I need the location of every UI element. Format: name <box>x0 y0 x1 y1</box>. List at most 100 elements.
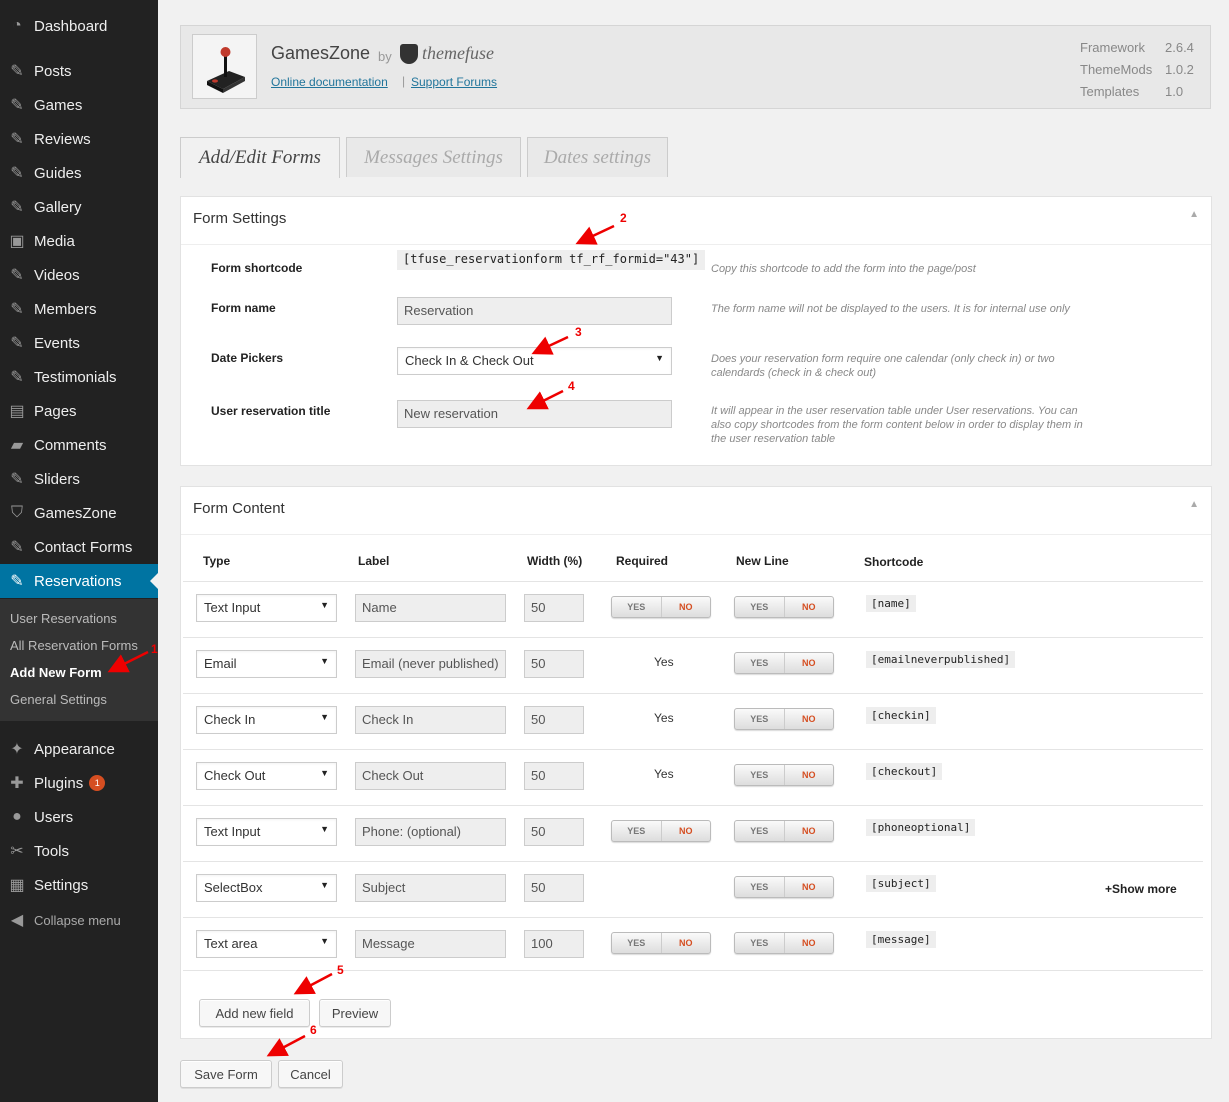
form-name-label: Form name <box>211 301 276 315</box>
field-type-select[interactable]: Text Input ▼ <box>196 594 337 622</box>
admin-sidebar: ◔ Dashboard ✎ Posts ✎ Games ✎ Reviews ✎ Guides ✎ Ga… <box>0 0 158 1102</box>
chevron-down-icon: ▼ <box>320 824 329 834</box>
table-row: Text Input ▼ Phone: (optional) 50 YES NO YES NO… <box>183 805 1203 861</box>
sidebar-item-posts[interactable]: ✎ Posts <box>0 54 158 88</box>
toggle-no: NO <box>802 882 816 892</box>
new-line-toggle[interactable]: YES NO <box>734 652 834 674</box>
annotation-number: 6 <box>310 1023 317 1037</box>
field-type-select[interactable]: Check Out ▼ <box>196 762 337 790</box>
collapse-menu-button[interactable]: ◀ Collapse menu <box>0 903 158 937</box>
form-name-input[interactable]: Reservation <box>397 297 672 325</box>
required-fixed-value: Yes <box>654 711 674 725</box>
table-row: Text Input ▼ Name 50 YES NO YES NO [name] <box>183 581 1203 637</box>
form-shortcode-help: Copy this shortcode to add the form into… <box>711 263 976 275</box>
annotation-number: 2 <box>620 211 627 225</box>
field-label-input[interactable]: Check Out <box>355 762 506 790</box>
cancel-button[interactable]: Cancel <box>278 1060 343 1088</box>
submenu-add-new-form[interactable]: Add New Form <box>10 665 102 680</box>
submenu-user-reservations[interactable]: User Reservations <box>10 611 117 626</box>
sidebar-item-reviews[interactable]: ✎ Reviews <box>0 122 158 156</box>
sidebar-item-plugins[interactable]: ✚ Plugins 1 <box>0 766 158 800</box>
field-type-select[interactable]: Email ▼ <box>196 650 337 678</box>
sidebar-item-videos[interactable]: ✎ Videos <box>0 258 158 292</box>
required-fixed-value: Yes <box>654 767 674 781</box>
reservation-title-label: User reservation title <box>211 404 331 418</box>
new-line-toggle[interactable]: YES NO <box>734 820 834 842</box>
sidebar-item-settings[interactable]: ▦ Settings <box>0 868 158 902</box>
field-width-input[interactable]: 100 <box>524 930 584 958</box>
form-name-help: The form name will not be displayed to t… <box>711 303 1070 315</box>
collapse-arrow-icon[interactable]: ▲ <box>1189 499 1199 510</box>
field-shortcode: [message] <box>866 931 936 948</box>
sidebar-item-reservations[interactable]: ✎ Reservations <box>0 564 158 598</box>
sidebar-item-media[interactable]: ▣ Media <box>0 224 158 258</box>
sidebar-item-gallery[interactable]: ✎ Gallery <box>0 190 158 224</box>
field-width-input[interactable]: 50 <box>524 874 584 902</box>
online-documentation-link[interactable]: Online documentation <box>271 75 388 89</box>
sidebar-item-users[interactable]: ● Users <box>0 800 158 834</box>
field-width-input[interactable]: 50 <box>524 594 584 622</box>
sidebar-item-testimonials[interactable]: ✎ Testimonials <box>0 360 158 394</box>
sidebar-item-sliders[interactable]: ✎ Sliders <box>0 462 158 496</box>
theme-info-header: GamesZone by themefuse Online documentat… <box>180 25 1211 109</box>
field-label-input[interactable]: Message <box>355 930 506 958</box>
form-shortcode-label: Form shortcode <box>211 261 303 275</box>
field-type-select[interactable]: SelectBox ▼ <box>196 874 337 902</box>
submenu-all-reservation-forms[interactable]: All Reservation Forms <box>10 638 138 653</box>
save-form-button[interactable]: Save Form <box>180 1060 272 1088</box>
brand-name: themefuse <box>422 43 494 63</box>
themefuse-shield-icon <box>400 43 418 64</box>
tab-dates-settings[interactable]: Dates settings <box>527 137 668 177</box>
new-line-toggle[interactable]: YES NO <box>734 932 834 954</box>
preview-button[interactable]: Preview <box>319 999 391 1027</box>
sidebar-item-contact-forms[interactable]: ✎ Contact Forms <box>0 530 158 564</box>
new-line-toggle[interactable]: YES NO <box>734 596 834 618</box>
new-line-toggle[interactable]: YES NO <box>734 876 834 898</box>
field-label-input[interactable]: Subject <box>355 874 506 902</box>
add-new-field-button[interactable]: Add new field <box>199 999 310 1027</box>
sidebar-item-events[interactable]: ✎ Events <box>0 326 158 360</box>
toggle-no: NO <box>802 714 816 724</box>
sidebar-item-comments[interactable]: ▰ Comments <box>0 428 158 462</box>
sidebar-item-games[interactable]: ✎ Games <box>0 88 158 122</box>
required-toggle[interactable]: YES NO <box>611 596 711 618</box>
comment-icon: ▰ <box>10 437 24 454</box>
header-label: Label <box>358 554 390 568</box>
joystick-logo <box>192 34 257 99</box>
field-type-select[interactable]: Text Input ▼ <box>196 818 337 846</box>
field-label-input[interactable]: Phone: (optional) <box>355 818 506 846</box>
required-toggle[interactable]: YES NO <box>611 932 711 954</box>
sidebar-item-dashboard[interactable]: ◔ Dashboard <box>0 9 158 43</box>
new-line-toggle[interactable]: YES NO <box>734 708 834 730</box>
sidebar-item-appearance[interactable]: ✦ Appearance <box>0 732 158 766</box>
toggle-yes: YES <box>735 877 785 897</box>
field-type-select[interactable]: Check In ▼ <box>196 706 337 734</box>
sidebar-item-label: Appearance <box>34 740 115 758</box>
show-more-link[interactable]: +Show more <box>1105 882 1177 896</box>
field-width-input[interactable]: 50 <box>524 818 584 846</box>
sidebar-item-gameszone[interactable]: ⛉ GamesZone <box>0 496 158 530</box>
required-toggle[interactable]: YES NO <box>611 820 711 842</box>
field-width-input[interactable]: 50 <box>524 762 584 790</box>
pages-icon: ▤ <box>9 403 25 420</box>
tab-add-edit-forms[interactable]: Add/Edit Forms <box>180 137 340 178</box>
submenu-general-settings[interactable]: General Settings <box>10 692 107 707</box>
form-content-panel: Form Content ▲ Type Label Width (%) Requ… <box>180 486 1212 1039</box>
field-label-input[interactable]: Check In <box>355 706 506 734</box>
field-width-input[interactable]: 50 <box>524 706 584 734</box>
collapse-arrow-icon[interactable]: ▲ <box>1189 209 1199 220</box>
field-label-input[interactable]: Email (never published) <box>355 650 506 678</box>
collapse-icon: ◀ <box>10 912 24 929</box>
field-label-input[interactable]: Name <box>355 594 506 622</box>
sidebar-item-tools[interactable]: ✂ Tools <box>0 834 158 868</box>
tab-messages-settings[interactable]: Messages Settings <box>346 137 521 177</box>
field-type-select[interactable]: Text area ▼ <box>196 930 337 958</box>
field-width-input[interactable]: 50 <box>524 650 584 678</box>
reservation-title-input[interactable]: New reservation <box>397 400 672 428</box>
new-line-toggle[interactable]: YES NO <box>734 764 834 786</box>
sidebar-item-pages[interactable]: ▤ Pages <box>0 394 158 428</box>
support-forums-link[interactable]: Support Forums <box>411 75 497 89</box>
sidebar-item-members[interactable]: ✎ Members <box>0 292 158 326</box>
date-pickers-select[interactable]: Check In & Check Out ▼ <box>397 347 672 375</box>
sidebar-item-guides[interactable]: ✎ Guides <box>0 156 158 190</box>
